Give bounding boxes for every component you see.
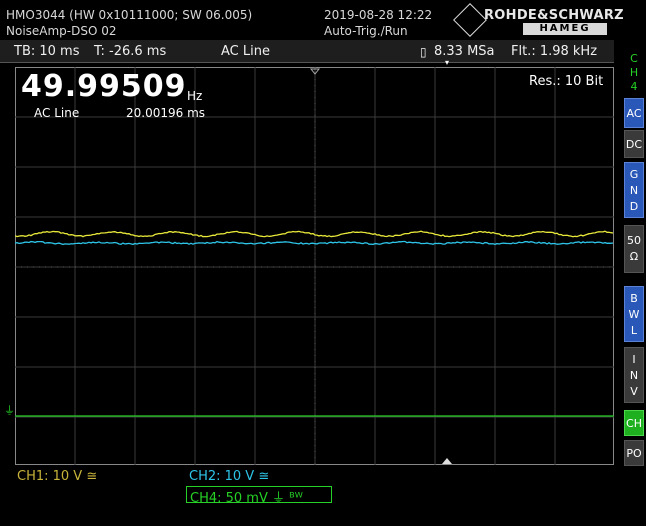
coupling-ac-button[interactable]: AC [624, 98, 644, 128]
frequency-unit: Hz [187, 89, 202, 103]
trigger-marker-top: ▾ [445, 58, 449, 67]
bwl-button[interactable]: B W L [624, 286, 644, 342]
timebase[interactable]: TB: 10 ms [14, 44, 79, 59]
probe-button[interactable]: PO [624, 440, 644, 466]
memory-icon: ▯ [420, 45, 427, 59]
resolution-readout: Res.: 10 Bit [529, 74, 603, 89]
ch2-trace [15, 242, 613, 245]
invert-button[interactable]: I N V [624, 347, 644, 403]
trigger-mode: Auto-Trig./Run [324, 24, 408, 38]
grid-svg [15, 67, 614, 465]
impedance-50-ohm-button[interactable]: 50 Ω [624, 225, 644, 273]
project-name: NoiseAmp-DSO 02 [6, 24, 117, 38]
ch4-ground-marker[interactable]: ⏚ [4, 405, 15, 416]
trigger-level-marker [442, 458, 452, 464]
coupling-dc-button[interactable]: DC [624, 130, 644, 158]
channel-indicator: C H 4 [624, 52, 644, 94]
ch2-settings[interactable]: CH2: 10 V ≅ [189, 469, 269, 484]
ch1-settings[interactable]: CH1: 10 V ≅ [17, 469, 97, 484]
datetime: 2019-08-28 12:22 [324, 8, 432, 22]
ch4-settings: CH4: 50 mV ⏚ ᴮᵂ [190, 487, 303, 506]
channel-on-button[interactable]: CH [624, 410, 644, 436]
period-readout: 20.00196 ms [126, 106, 205, 120]
device-info: HMO3044 (HW 0x10111000; SW 06.005) [6, 8, 252, 22]
status-bar: TB: 10 ms T: -26.6 ms AC Line ▯ 8.33 MSa… [0, 40, 614, 63]
logo-bottom-text: HAMEG [523, 23, 607, 35]
trigger-source[interactable]: AC Line [221, 44, 270, 59]
rs-diamond-icon [453, 3, 487, 37]
ch4-settings-box[interactable]: CH4: 50 mV ⏚ ᴮᵂ [186, 486, 332, 503]
sample-rate: 8.33 MSa [434, 44, 495, 59]
filter-frequency: Flt.: 1.98 kHz [511, 44, 597, 59]
waveform-display[interactable] [15, 67, 614, 465]
trigger-time[interactable]: T: -26.6 ms [94, 44, 166, 59]
frequency-readout: 49.99509 [21, 70, 187, 104]
counter-source: AC Line [34, 106, 79, 120]
logo-top-text: ROHDE&SCHWARZ [484, 8, 624, 23]
ch1-trace [15, 231, 613, 237]
gnd-button[interactable]: G N D [624, 162, 644, 218]
brand-logo: ROHDE&SCHWARZ HAMEG [456, 6, 640, 36]
